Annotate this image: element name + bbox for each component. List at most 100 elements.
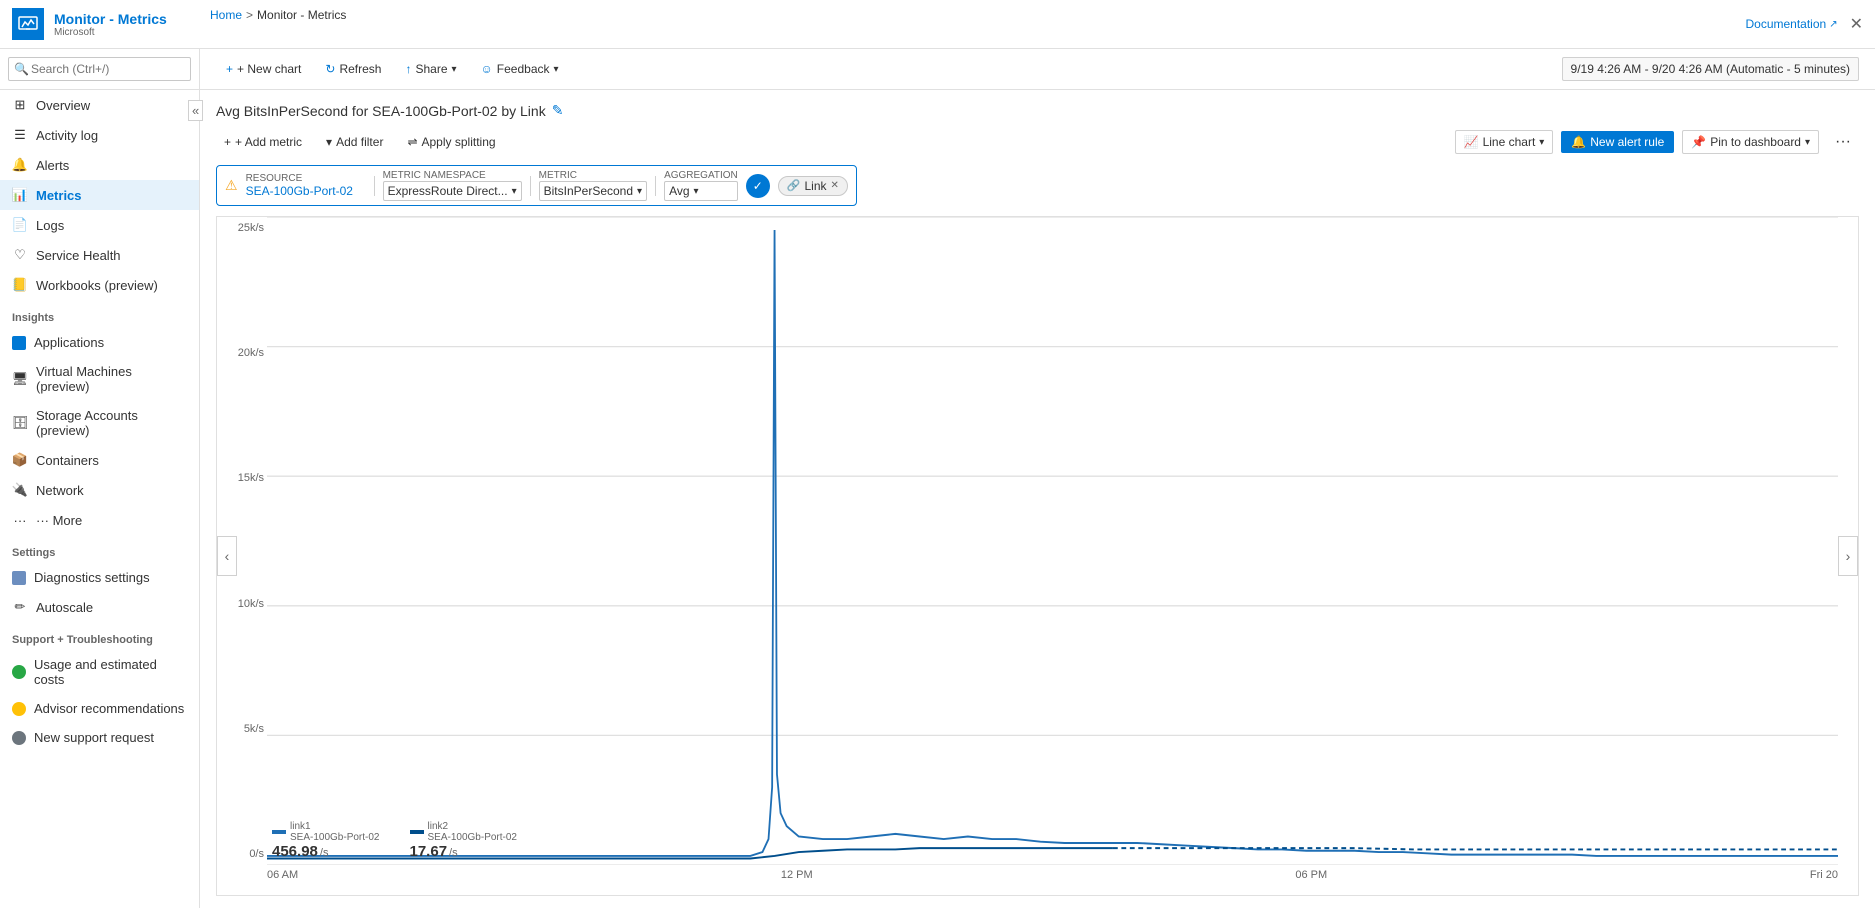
container-icon: 📦 <box>12 452 28 468</box>
app-title-block: Monitor - Metrics Microsoft <box>54 11 167 38</box>
settings-label: Settings <box>0 535 199 563</box>
more-options-button[interactable]: ··· <box>1827 129 1859 155</box>
sidebar-item-service-health[interactable]: ♡ Service Health <box>0 240 199 270</box>
resource-input[interactable] <box>246 184 366 198</box>
metric-chevron: ▾ <box>637 186 642 197</box>
sidebar-item-workbooks[interactable]: 📒 Workbooks (preview) <box>0 270 199 300</box>
sidebar-item-applications[interactable]: Applications <box>0 328 199 357</box>
chart-nav-right[interactable]: › <box>1838 536 1858 576</box>
scale-icon: ✏ <box>12 599 28 615</box>
legend-unit-link2: /s <box>449 847 458 859</box>
sidebar-item-logs[interactable]: 📄 Logs <box>0 210 199 240</box>
toolbar: + + New chart ↻ Refresh ↑ Share ▾ ☺ Feed… <box>200 49 1875 90</box>
monitor-icon <box>18 14 38 34</box>
namespace-dropdown[interactable]: ExpressRoute Direct... ▾ <box>383 181 522 201</box>
legend-name-link2: link2SEA-100Gb-Port-02 <box>428 821 518 843</box>
sidebar-item-advisor[interactable]: Advisor recommendations <box>0 694 199 723</box>
network-icon: 🔌 <box>12 482 28 498</box>
refresh-icon: ↻ <box>325 62 335 76</box>
sidebar-item-metrics[interactable]: 📊 Metrics <box>0 180 199 210</box>
metric-group: METRIC BitsInPerSecond ▾ <box>539 170 647 201</box>
x-label-12pm: 12 PM <box>781 869 813 881</box>
time-range[interactable]: 9/19 4:26 AM - 9/20 4:26 AM (Automatic -… <box>1562 57 1859 81</box>
app-icon <box>12 8 44 40</box>
storage-icon: 🗄 <box>12 415 28 431</box>
legend-name-link1: link1SEA-100Gb-Port-02 <box>290 821 380 843</box>
sidebar-item-more[interactable]: ··· ··· More <box>0 505 199 535</box>
chart-title: Avg BitsInPerSecond for SEA-100Gb-Port-0… <box>216 103 546 119</box>
aggregation-group: AGGREGATION Avg ▾ <box>664 170 738 201</box>
namespace-group: METRIC NAMESPACE ExpressRoute Direct... … <box>383 170 522 201</box>
filter-icon: ▾ <box>326 135 332 149</box>
legend-value-link1: 456.98 <box>272 843 318 860</box>
sidebar-item-usage[interactable]: Usage and estimated costs <box>0 650 199 694</box>
link-tag[interactable]: 🔗 Link ✕ <box>778 176 848 196</box>
app-icon-sm <box>12 336 26 350</box>
legend-item-link1: link1SEA-100Gb-Port-02 456.98 /s <box>272 821 380 860</box>
splitting-icon: ⇌ <box>407 135 417 149</box>
sidebar-item-virtual-machines[interactable]: 🖥 Virtual Machines (preview) <box>0 357 199 401</box>
link-icon: 🔗 <box>787 179 801 192</box>
list-icon: ☰ <box>12 127 28 143</box>
divider-3 <box>655 176 656 196</box>
sidebar-item-alerts[interactable]: 🔔 Alerts <box>0 150 199 180</box>
close-button[interactable]: ✕ <box>1850 14 1863 34</box>
chart-edit-icon[interactable]: ✎ <box>552 102 564 119</box>
y-label-0: 0/s <box>219 848 264 860</box>
aggregation-chevron: ▾ <box>694 186 699 197</box>
pin-icon: 📌 <box>1691 135 1706 149</box>
chart-nav-left[interactable]: ‹ <box>217 536 237 576</box>
chart-type-button[interactable]: 📈 Line chart ▾ <box>1455 130 1554 154</box>
sidebar-collapse-btn[interactable]: « <box>188 100 203 121</box>
doc-icon: 📄 <box>12 217 28 233</box>
chart-title-row: Avg BitsInPerSecond for SEA-100Gb-Port-0… <box>216 102 1859 119</box>
chart-container: Avg BitsInPerSecond for SEA-100Gb-Port-0… <box>200 90 1875 908</box>
more-icon: ··· <box>12 512 28 528</box>
advisor-icon <box>12 702 26 716</box>
confirm-button[interactable]: ✓ <box>746 174 770 198</box>
new-chart-button[interactable]: + + New chart <box>216 57 311 81</box>
app-title: Monitor - Metrics <box>54 11 167 27</box>
sidebar-item-autoscale[interactable]: ✏ Autoscale <box>0 592 199 622</box>
content-area: + + New chart ↻ Refresh ↑ Share ▾ ☺ Feed… <box>200 49 1875 908</box>
share-chevron: ▾ <box>452 64 457 75</box>
y-label-5k: 5k/s <box>219 723 264 735</box>
add-metric-button[interactable]: + + Add metric <box>216 131 310 153</box>
x-label-6am: 06 AM <box>267 869 298 881</box>
documentation-link[interactable]: Documentation ↗ <box>1745 17 1837 31</box>
namespace-label: METRIC NAMESPACE <box>383 170 522 181</box>
grid-icon: ⊞ <box>12 97 28 113</box>
support-icon <box>12 731 26 745</box>
breadcrumb-sep: > <box>246 8 253 22</box>
divider-2 <box>530 176 531 196</box>
y-label-10k: 10k/s <box>219 598 264 610</box>
sidebar-item-storage-accounts[interactable]: 🗄 Storage Accounts (preview) <box>0 401 199 445</box>
warning-icon: ⚠ <box>225 177 238 194</box>
search-input[interactable] <box>8 57 191 81</box>
sidebar-item-network[interactable]: 🔌 Network <box>0 475 199 505</box>
add-filter-button[interactable]: ▾ Add filter <box>318 131 391 153</box>
circle-green-icon <box>12 665 26 679</box>
remove-link-button[interactable]: ✕ <box>831 180 839 191</box>
share-button[interactable]: ↑ Share ▾ <box>395 57 466 81</box>
apply-splitting-button[interactable]: ⇌ Apply splitting <box>399 131 503 153</box>
chart-legend: link1SEA-100Gb-Port-02 456.98 /s link2SE… <box>272 821 517 860</box>
breadcrumb-home[interactable]: Home <box>210 8 242 22</box>
new-alert-rule-button[interactable]: 🔔 New alert rule <box>1561 131 1674 153</box>
sidebar-nav: ⊞ Overview ☰ Activity log 🔔 Alerts 📊 Met… <box>0 90 199 908</box>
sidebar-item-containers[interactable]: 📦 Containers <box>0 445 199 475</box>
refresh-button[interactable]: ↻ Refresh <box>315 57 391 81</box>
sidebar-item-activity-log[interactable]: ☰ Activity log <box>0 120 199 150</box>
aggregation-dropdown[interactable]: Avg ▾ <box>664 181 738 201</box>
x-axis: 06 AM 12 PM 06 PM Fri 20 <box>267 865 1838 895</box>
pin-chevron: ▾ <box>1805 137 1810 148</box>
chart-icon: 📊 <box>12 187 28 203</box>
sidebar-item-diagnostics[interactable]: Diagnostics settings <box>0 563 199 592</box>
bell-icon: 🔔 <box>12 157 28 173</box>
metric-dropdown[interactable]: BitsInPerSecond ▾ <box>539 181 647 201</box>
pin-to-dashboard-button[interactable]: 📌 Pin to dashboard ▾ <box>1682 130 1819 154</box>
sidebar-item-new-support[interactable]: New support request <box>0 723 199 752</box>
feedback-button[interactable]: ☺ Feedback ▾ <box>471 57 569 81</box>
chart-controls: + + Add metric ▾ Add filter ⇌ Apply spli… <box>216 129 1859 155</box>
sidebar-item-overview[interactable]: ⊞ Overview <box>0 90 199 120</box>
